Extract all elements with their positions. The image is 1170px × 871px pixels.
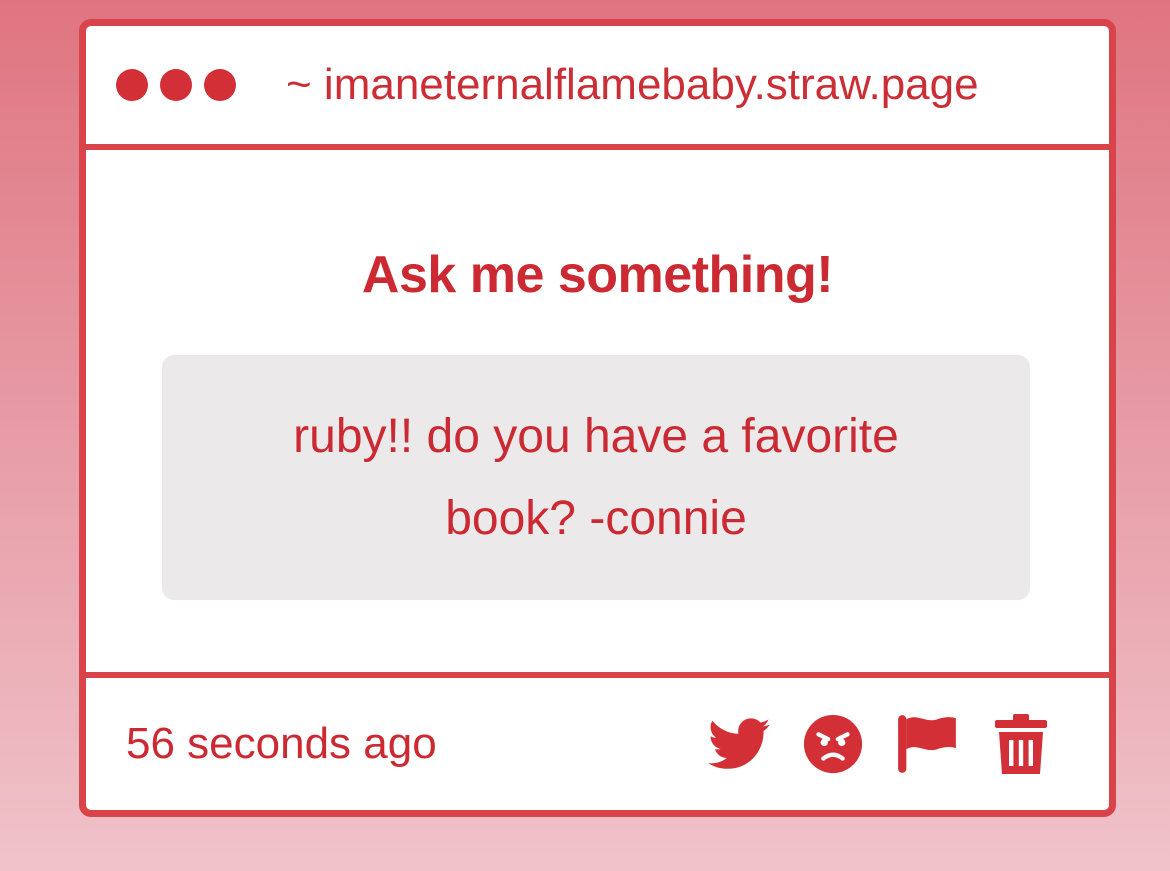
- ask-card-window: ~ imaneternalflamebaby.straw.page Ask me…: [79, 19, 1116, 817]
- block-button[interactable]: [800, 711, 866, 777]
- card-footer: 56 seconds ago: [86, 672, 1109, 810]
- trash-icon: [995, 714, 1047, 774]
- delete-button[interactable]: [988, 711, 1054, 777]
- angry-face-icon: [803, 714, 863, 774]
- report-button[interactable]: [894, 711, 960, 777]
- action-bar: [706, 711, 1054, 777]
- content-area: Ask me something! ruby!! do you have a f…: [86, 150, 1109, 680]
- twitter-icon: [708, 718, 770, 769]
- title-bar: ~ imaneternalflamebaby.straw.page: [86, 26, 1109, 150]
- question-bubble: ruby!! do you have a favorite book? -con…: [162, 355, 1030, 600]
- window-dot-icon: [116, 69, 148, 101]
- question-text: ruby!! do you have a favorite book? -con…: [293, 409, 899, 545]
- window-dot-icon: [204, 69, 236, 101]
- flag-icon: [898, 715, 956, 773]
- window-dot-icon: [160, 69, 192, 101]
- page-url: ~ imaneternalflamebaby.straw.page: [286, 60, 979, 109]
- timestamp: 56 seconds ago: [126, 719, 437, 768]
- window-dots: [116, 69, 236, 101]
- page-title: Ask me something!: [361, 246, 834, 304]
- share-twitter-button[interactable]: [706, 711, 772, 777]
